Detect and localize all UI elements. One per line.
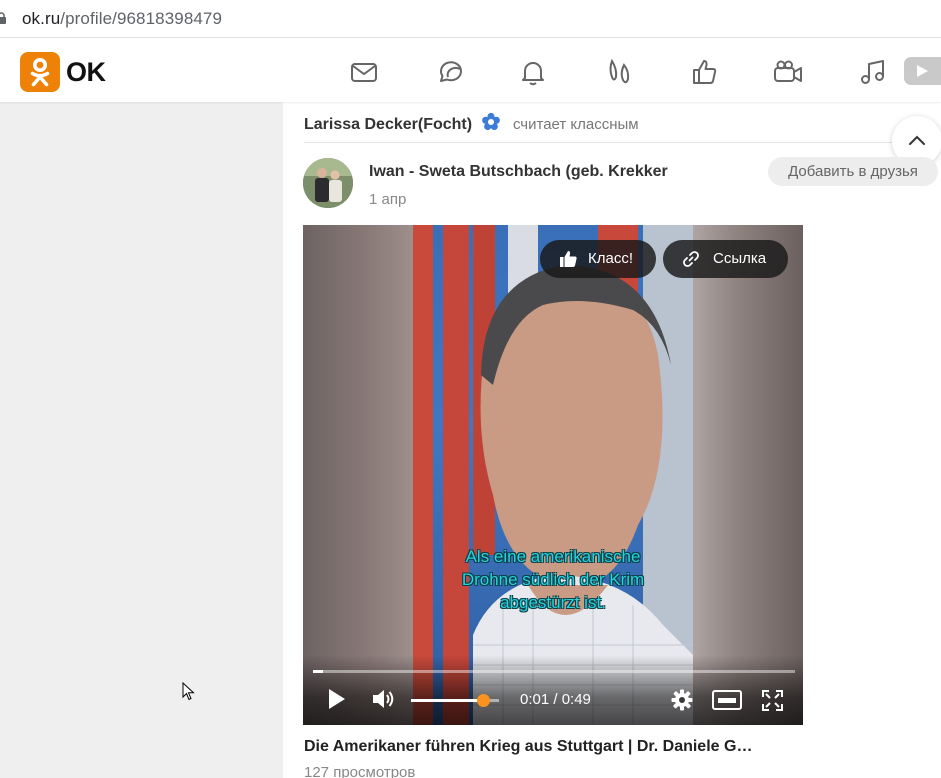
subtitle-line: Als eine amerikanische	[465, 547, 641, 566]
music-icon[interactable]	[858, 57, 888, 87]
logo-text[interactable]: OK	[66, 57, 106, 88]
like-icon[interactable]	[689, 57, 719, 87]
volume-knob[interactable]	[477, 694, 491, 707]
klass-button[interactable]: Класс!	[540, 240, 656, 278]
post-date[interactable]: 1 апр	[369, 191, 406, 208]
chevron-up-icon	[909, 135, 925, 145]
video-controls: 0:01 / 0:49	[303, 655, 803, 725]
video-subtitles: Als eine amerikanische Drohne südlich de…	[433, 545, 673, 614]
lock-icon	[0, 12, 6, 24]
liked-by-name[interactable]: Larissa Decker(Focht)	[304, 116, 472, 133]
mini-player-icon[interactable]	[712, 690, 742, 710]
guests-icon[interactable]	[604, 57, 634, 87]
add-friend-button[interactable]: Добавить в друзья	[768, 157, 938, 186]
ok-logo[interactable]	[20, 52, 60, 92]
link-icon	[683, 251, 699, 267]
volume-icon[interactable]	[371, 688, 395, 710]
post-author[interactable]: Iwan - Sweta Butschbach (geb. Krekker	[369, 163, 668, 181]
bell-icon[interactable]	[518, 57, 548, 87]
subtitle-line: Drohne südlich der Krim	[461, 570, 645, 589]
liked-action: считает классным	[512, 116, 639, 133]
video-player[interactable]: Класс! Ссылка Als eine amerikanische Dro…	[303, 225, 803, 725]
progress-bar[interactable]	[313, 670, 795, 673]
link-label: Ссылка	[713, 250, 767, 267]
feed: Larissa Decker(Focht) считает классным I…	[283, 102, 941, 778]
mail-icon[interactable]	[349, 57, 379, 87]
settings-gear-icon[interactable]	[671, 689, 693, 711]
video-camera-icon[interactable]	[773, 57, 803, 87]
thumbs-up-icon	[560, 251, 577, 267]
mouse-cursor-icon	[182, 682, 195, 701]
volume-slider[interactable]	[411, 694, 499, 707]
video-blur-right	[693, 225, 803, 725]
url-text[interactable]: ok.ru/profile/96818398479	[22, 9, 222, 29]
chat-icon[interactable]	[434, 57, 464, 87]
video-time: 0:01 / 0:49	[520, 691, 591, 708]
site-header: OK	[0, 39, 941, 102]
ok-logo-icon	[30, 58, 50, 87]
video-icon[interactable]	[904, 57, 941, 85]
left-column	[0, 102, 283, 778]
avatar[interactable]	[303, 158, 353, 208]
klass-label: Класс!	[588, 250, 633, 267]
url-path: /profile/96818398479	[60, 9, 223, 28]
video-title[interactable]: Die Amerikaner führen Krieg aus Stuttgar…	[304, 738, 752, 756]
fullscreen-icon[interactable]	[762, 690, 783, 711]
play-icon[interactable]	[327, 688, 347, 710]
liked-notice: Larissa Decker(Focht) считает классным	[304, 112, 639, 134]
view-count: 127 просмотров	[304, 764, 416, 778]
link-button[interactable]: Ссылка	[663, 240, 788, 278]
video-frame	[413, 225, 693, 725]
flower-badge-icon	[481, 112, 500, 131]
progress-fill	[313, 670, 323, 673]
divider	[304, 142, 941, 143]
url-host: ok.ru	[22, 9, 61, 28]
address-bar[interactable]: ok.ru/profile/96818398479	[0, 0, 941, 38]
subtitle-line: abgestürzt ist.	[500, 593, 606, 612]
video-blur-left	[303, 225, 413, 725]
volume-fill	[411, 699, 484, 702]
